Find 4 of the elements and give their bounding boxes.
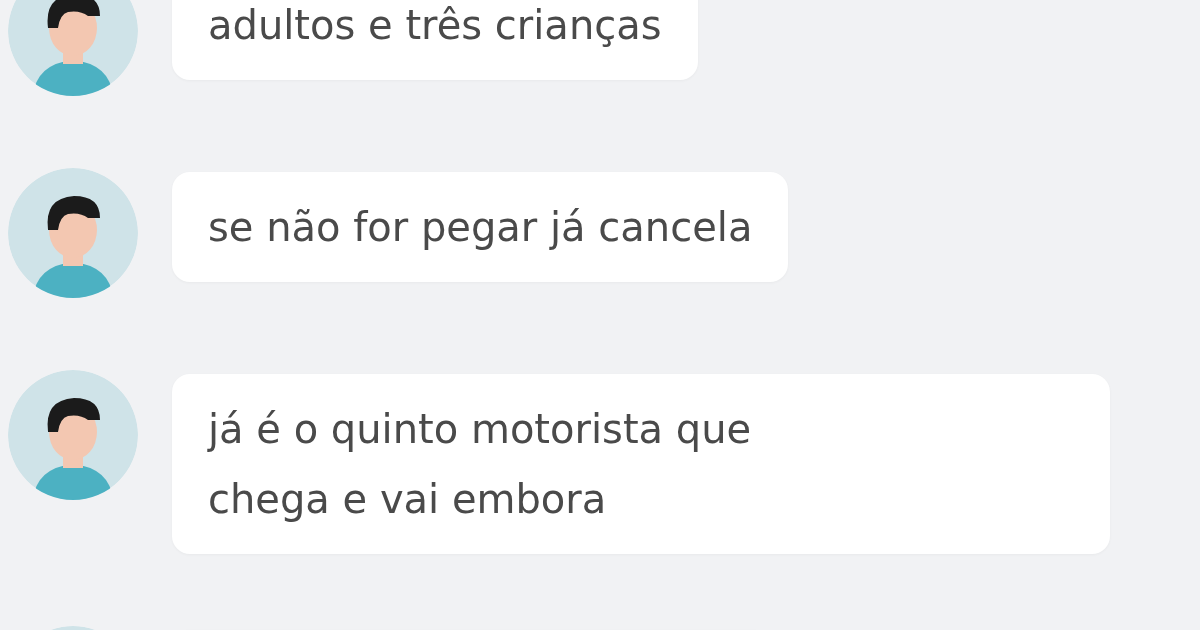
- message-text: já é o quinto motorista que: [208, 405, 753, 454]
- message-text: chega e vai embora: [208, 475, 608, 524]
- message-text: se não for pegar já cancela: [208, 203, 753, 252]
- message-text: adultos e três crianças: [208, 1, 662, 50]
